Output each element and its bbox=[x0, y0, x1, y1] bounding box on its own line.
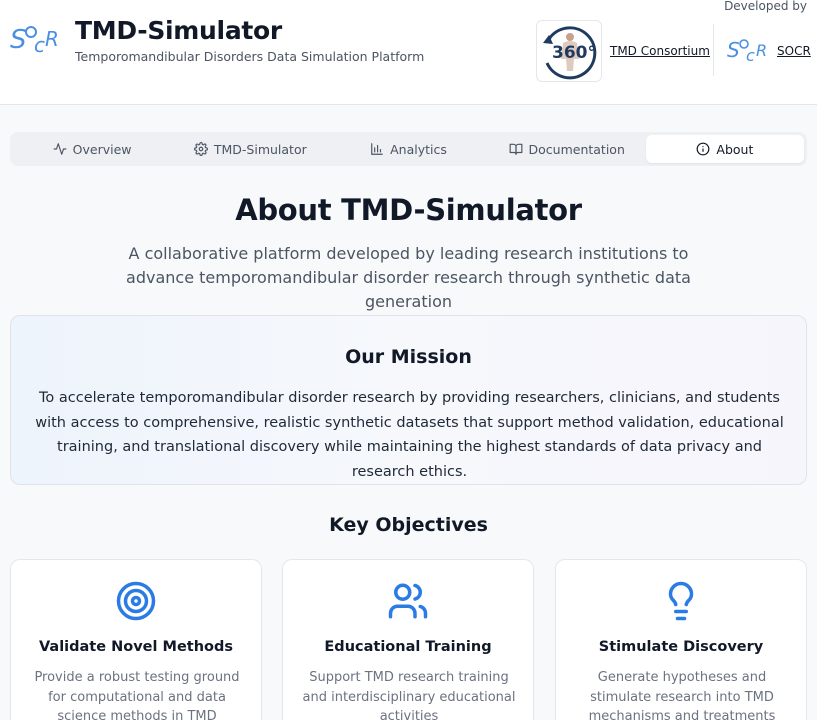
header-divider bbox=[713, 24, 714, 76]
app-title: TMD-Simulator bbox=[75, 16, 282, 45]
objective-card-training: Educational Training Support TMD researc… bbox=[282, 559, 534, 720]
lightbulb-icon bbox=[668, 581, 694, 621]
tab-label: Overview bbox=[72, 141, 132, 157]
tmd-360-icon: 360° bbox=[543, 26, 597, 80]
socr-logo[interactable]: S c R bbox=[9, 18, 61, 58]
tab-tmd-simulator[interactable]: TMD-Simulator bbox=[171, 135, 329, 163]
mission-text: To accelerate temporomandibular disorder… bbox=[35, 390, 784, 480]
tab-label: About bbox=[716, 141, 754, 157]
tab-overview[interactable]: Overview bbox=[13, 135, 171, 163]
objective-title: Educational Training bbox=[324, 639, 492, 655]
svg-text:R: R bbox=[45, 27, 59, 51]
tab-about[interactable]: About bbox=[645, 135, 805, 163]
tab-label: Documentation bbox=[528, 141, 625, 157]
target-icon bbox=[116, 581, 156, 621]
bar-chart-icon bbox=[371, 143, 383, 155]
page-title: About TMD-Simulator bbox=[235, 193, 582, 227]
book-icon bbox=[509, 143, 522, 155]
objective-card-discovery: Stimulate Discovery Generate hypotheses … bbox=[555, 559, 807, 720]
svg-text:c: c bbox=[34, 33, 45, 57]
socr-logo-small[interactable]: S c R bbox=[726, 34, 770, 64]
socr-link[interactable]: SOCR bbox=[777, 44, 811, 58]
svg-text:S: S bbox=[727, 38, 740, 62]
tab-documentation[interactable]: Documentation bbox=[488, 135, 646, 163]
svg-text:c: c bbox=[746, 46, 755, 64]
page-lead: A collaborative platform developed by le… bbox=[126, 244, 691, 311]
objective-description: Generate hypotheses and stimulate resear… bbox=[588, 670, 776, 720]
developed-by-label: Developed by bbox=[724, 0, 807, 13]
tab-analytics[interactable]: Analytics bbox=[329, 135, 487, 163]
tmd-360-logo[interactable]: 360° bbox=[536, 20, 602, 82]
activity-icon bbox=[53, 143, 67, 155]
site-header: S c R TMD-Simulator Temporomandibular Di… bbox=[0, 0, 817, 105]
users-icon bbox=[388, 583, 428, 619]
objective-description: Support TMD research training and interd… bbox=[302, 670, 516, 720]
app-subtitle: Temporomandibular Disorders Data Simulat… bbox=[75, 49, 425, 64]
objective-description: Provide a robust testing ground for comp… bbox=[34, 670, 240, 720]
objective-card-validate: Validate Novel Methods Provide a robust … bbox=[10, 559, 262, 720]
svg-text:360°: 360° bbox=[552, 43, 596, 63]
svg-text:R: R bbox=[756, 41, 767, 60]
mission-card: Our Mission To accelerate temporomandibu… bbox=[10, 315, 807, 485]
objectives-title: Key Objectives bbox=[329, 514, 488, 536]
mission-title: Our Mission bbox=[345, 346, 472, 368]
gear-icon bbox=[193, 142, 208, 156]
objective-title: Validate Novel Methods bbox=[38, 639, 234, 655]
info-icon bbox=[697, 142, 710, 156]
main-tabs: Overview TMD-Simulator Analytics Documen… bbox=[10, 132, 807, 166]
tab-label: Analytics bbox=[390, 141, 447, 157]
objective-title: Stimulate Discovery bbox=[598, 639, 764, 655]
tab-label: TMD-Simulator bbox=[213, 141, 307, 157]
svg-text:S: S bbox=[10, 25, 27, 55]
tmd-consortium-link[interactable]: TMD Consortium bbox=[610, 44, 710, 58]
